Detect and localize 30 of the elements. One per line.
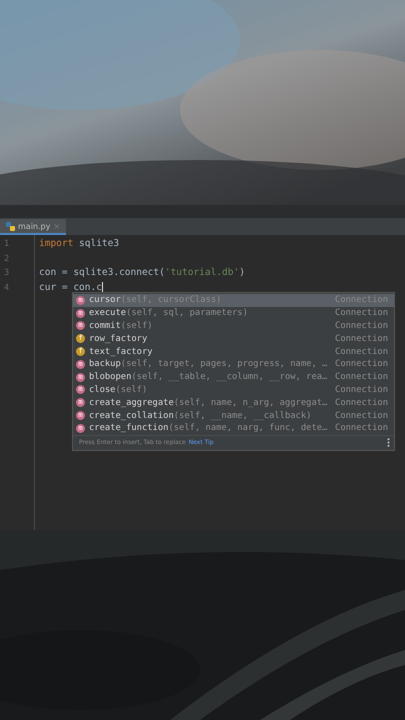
line-number: 2	[3, 252, 10, 266]
completion-text: row_factory	[89, 334, 148, 344]
type-label: Connection	[335, 410, 388, 421]
line-number: 1	[3, 238, 10, 251]
line-number: 3	[3, 267, 10, 280]
completion-text: create_collation(self, __name, __callback)	[89, 410, 312, 421]
completion-text: close(self)	[89, 384, 148, 395]
code-line: con = sqlite3.connect('tutorial.db')	[39, 266, 245, 280]
python-file-icon	[6, 222, 15, 230]
file-tab[interactable]: main.py ×	[0, 219, 66, 235]
type-label: Connection	[335, 346, 388, 357]
type-label: Connection	[335, 320, 388, 331]
type-label: Connection	[335, 398, 388, 408]
completion-text: blobopen(self, __table, __column, __row, rea…	[89, 372, 328, 382]
type-label: Connection	[335, 334, 388, 344]
completion-text: execute(self, sql, parameters)	[89, 308, 248, 318]
line-number: 4	[3, 282, 10, 294]
type-label: Connection	[335, 423, 388, 434]
type-label: Connection	[335, 372, 388, 382]
completion-text: create_function(self, name, narg, func, dete…	[89, 423, 328, 434]
code-line: cur = con.c	[39, 280, 102, 294]
code-line: import sqlite3	[39, 237, 120, 251]
more-icon[interactable]	[387, 438, 390, 448]
type-label: Connection	[335, 308, 388, 318]
completion-text: backup(self, target, pages, progress, name, …	[89, 359, 328, 370]
type-label: Connection	[335, 359, 388, 370]
completion-text: commit(self)	[89, 320, 153, 331]
completion-text: create_aggregate(self, name, n_arg, aggregat…	[89, 398, 328, 408]
completion-text: text_factory	[89, 346, 153, 357]
type-label: Connection	[335, 384, 388, 395]
